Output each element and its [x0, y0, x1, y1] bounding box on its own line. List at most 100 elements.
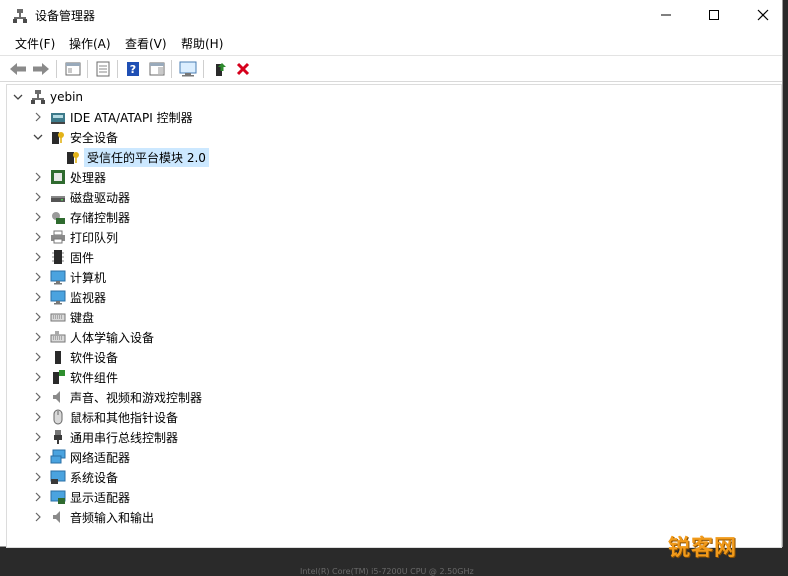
- tree-root-label: yebin: [50, 90, 84, 104]
- toolbar-separator: [117, 60, 118, 78]
- tree-item-processor[interactable]: 处理器: [31, 167, 106, 187]
- tree-item-usb[interactable]: 通用串行总线控制器: [31, 427, 178, 447]
- tree-item-label: 存储控制器: [70, 210, 131, 225]
- chevron-right-icon[interactable]: [31, 370, 45, 384]
- toolbar-separator: [87, 60, 88, 78]
- tpm-icon: [65, 149, 81, 165]
- chevron-right-icon[interactable]: [31, 450, 45, 464]
- chevron-right-icon[interactable]: [31, 330, 45, 344]
- maximize-icon: [709, 10, 719, 20]
- tree-item-software-component[interactable]: 软件组件: [31, 367, 118, 387]
- menu-view[interactable]: 查看(V): [125, 35, 167, 52]
- scan-hardware-icon: [179, 61, 197, 76]
- device-tree[interactable]: yebin IDE ATA/ATAPI 控制器 安全设备 受信任的平台模块 2.…: [6, 84, 782, 548]
- computer-root-icon: [30, 89, 46, 105]
- back-button[interactable]: [8, 59, 28, 78]
- forward-button[interactable]: [31, 59, 51, 78]
- device-manager-window: 设备管理器 文件(F) 操作(A) 查看(V) 帮助(H) ? yebin ID…: [0, 0, 783, 548]
- tree-item-disk[interactable]: 磁盘驱动器: [31, 187, 130, 207]
- update-driver-button[interactable]: [210, 59, 230, 78]
- display-adapter-icon: [50, 489, 66, 505]
- computer-icon: [50, 269, 66, 285]
- show-hide-console-tree-button[interactable]: [63, 59, 83, 78]
- maximize-button[interactable]: [691, 0, 737, 30]
- show-hide-console-tree-icon: [65, 62, 81, 75]
- tree-item-label: 系统设备: [70, 470, 119, 485]
- tree-item-system[interactable]: 系统设备: [31, 467, 118, 487]
- tree-item-tpm[interactable]: 受信任的平台模块 2.0: [51, 147, 209, 167]
- tree-root[interactable]: yebin: [11, 87, 83, 107]
- properties-button[interactable]: [93, 59, 113, 78]
- tree-item-firmware[interactable]: 固件: [31, 247, 94, 267]
- tree-item-label: 受信任的平台模块 2.0: [84, 147, 209, 167]
- properties-icon: [96, 61, 110, 76]
- tree-item-label: 显示适配器: [70, 490, 131, 505]
- tree-item-label: 固件: [70, 250, 95, 265]
- tree-item-computer[interactable]: 计算机: [31, 267, 106, 287]
- chevron-right-icon[interactable]: [31, 270, 45, 284]
- chevron-right-icon[interactable]: [31, 250, 45, 264]
- print-queue-icon: [50, 229, 66, 245]
- menu-file[interactable]: 文件(F): [15, 35, 55, 52]
- tree-item-audio-io[interactable]: 音频输入和输出: [31, 507, 154, 527]
- tree-item-ide[interactable]: IDE ATA/ATAPI 控制器: [31, 107, 193, 127]
- chevron-down-icon[interactable]: [31, 130, 45, 144]
- mouse-icon: [50, 409, 66, 425]
- chevron-right-icon[interactable]: [31, 470, 45, 484]
- tree-item-label: 软件设备: [70, 350, 119, 365]
- chevron-right-icon[interactable]: [31, 390, 45, 404]
- window-title: 设备管理器: [35, 9, 96, 23]
- tree-item-label: 安全设备: [70, 130, 119, 145]
- scan-hardware-button[interactable]: [178, 59, 198, 78]
- uninstall-device-button[interactable]: [233, 59, 253, 78]
- chevron-down-icon[interactable]: [11, 90, 25, 104]
- chevron-right-icon[interactable]: [31, 490, 45, 504]
- chevron-right-icon[interactable]: [31, 510, 45, 524]
- security-device-icon: [50, 129, 66, 145]
- network-adapter-icon: [50, 449, 66, 465]
- chevron-right-icon[interactable]: [31, 350, 45, 364]
- tree-item-label: 计算机: [70, 270, 107, 285]
- help-button[interactable]: ?: [123, 59, 143, 78]
- chevron-right-icon[interactable]: [31, 190, 45, 204]
- tree-item-hid[interactable]: 人体学输入设备: [31, 327, 154, 347]
- disk-drive-icon: [50, 189, 66, 205]
- tree-item-security[interactable]: 安全设备: [31, 127, 118, 147]
- tree-item-storage[interactable]: 存储控制器: [31, 207, 130, 227]
- chevron-right-icon[interactable]: [31, 290, 45, 304]
- chevron-right-icon[interactable]: [31, 430, 45, 444]
- menu-help[interactable]: 帮助(H): [181, 35, 223, 52]
- close-icon: [757, 9, 769, 21]
- title-bar[interactable]: 设备管理器: [0, 0, 782, 30]
- toolbar: ?: [0, 55, 782, 82]
- update-driver-icon: [216, 62, 226, 76]
- tree-item-display[interactable]: 显示适配器: [31, 487, 130, 507]
- tree-item-software-device[interactable]: 软件设备: [31, 347, 118, 367]
- action-pane-button[interactable]: [147, 59, 167, 78]
- tree-item-network[interactable]: 网络适配器: [31, 447, 130, 467]
- tree-item-mouse[interactable]: 鼠标和其他指针设备: [31, 407, 178, 427]
- monitor-icon: [50, 289, 66, 305]
- chevron-right-icon[interactable]: [31, 410, 45, 424]
- tree-item-audio[interactable]: 声音、视频和游戏控制器: [31, 387, 202, 407]
- toolbar-separator: [203, 60, 204, 78]
- close-button[interactable]: [740, 0, 786, 30]
- tree-item-monitor[interactable]: 监视器: [31, 287, 106, 307]
- processor-icon: [50, 169, 66, 185]
- tree-item-keyboard[interactable]: 键盘: [31, 307, 94, 327]
- tree-item-label: 通用串行总线控制器: [70, 430, 179, 445]
- chevron-right-icon[interactable]: [31, 110, 45, 124]
- chevron-right-icon[interactable]: [31, 230, 45, 244]
- usb-icon: [50, 429, 66, 445]
- tree-item-print-queue[interactable]: 打印队列: [31, 227, 118, 247]
- chevron-right-icon[interactable]: [31, 310, 45, 324]
- tree-item-label: 处理器: [70, 170, 107, 185]
- minimize-icon: [661, 14, 671, 16]
- chevron-right-icon[interactable]: [31, 210, 45, 224]
- chevron-right-icon[interactable]: [31, 170, 45, 184]
- minimize-button[interactable]: [643, 0, 689, 30]
- tree-item-label: 人体学输入设备: [70, 330, 155, 345]
- menu-action[interactable]: 操作(A): [69, 35, 111, 52]
- device-manager-app-icon: [12, 8, 28, 24]
- speaker-icon: [50, 389, 66, 405]
